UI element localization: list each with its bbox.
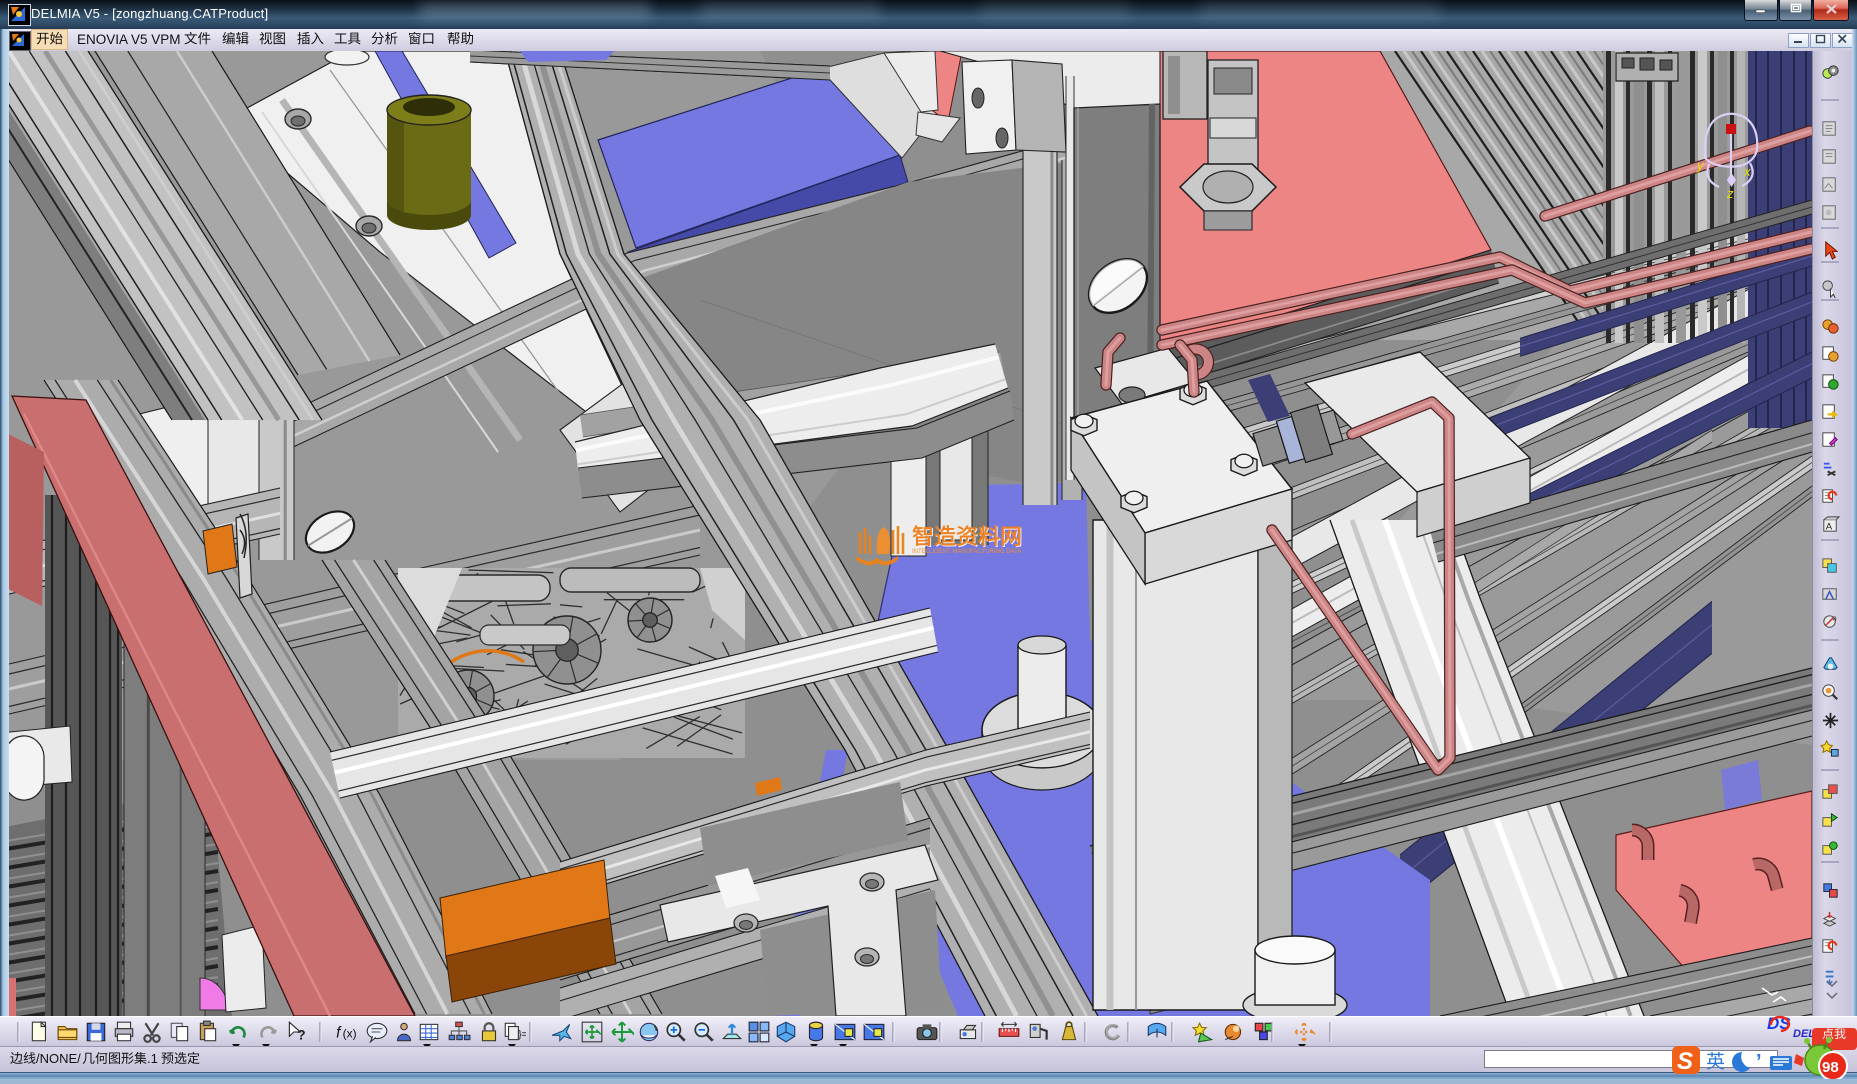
- svg-text:z: z: [1726, 186, 1734, 201]
- svg-text:?: ?: [297, 1028, 306, 1044]
- svg-text:INTELLIGENT MANUFACTURING DATA: INTELLIGENT MANUFACTURING DATA: [912, 549, 1021, 555]
- svg-text:’: ’: [1756, 1051, 1762, 1073]
- svg-text:f: f: [336, 1024, 342, 1041]
- svg-text:(x): (x): [343, 1026, 357, 1040]
- svg-text:}=: }=: [518, 1029, 527, 1040]
- svg-text:/NONE/: /NONE/: [36, 1051, 81, 1066]
- svg-text:98: 98: [1822, 1059, 1839, 1076]
- svg-text:x: x: [1743, 164, 1751, 179]
- svg-text:S: S: [1677, 1048, 1693, 1075]
- svg-text:.1: .1: [147, 1051, 158, 1066]
- svg-text:A: A: [1826, 521, 1833, 532]
